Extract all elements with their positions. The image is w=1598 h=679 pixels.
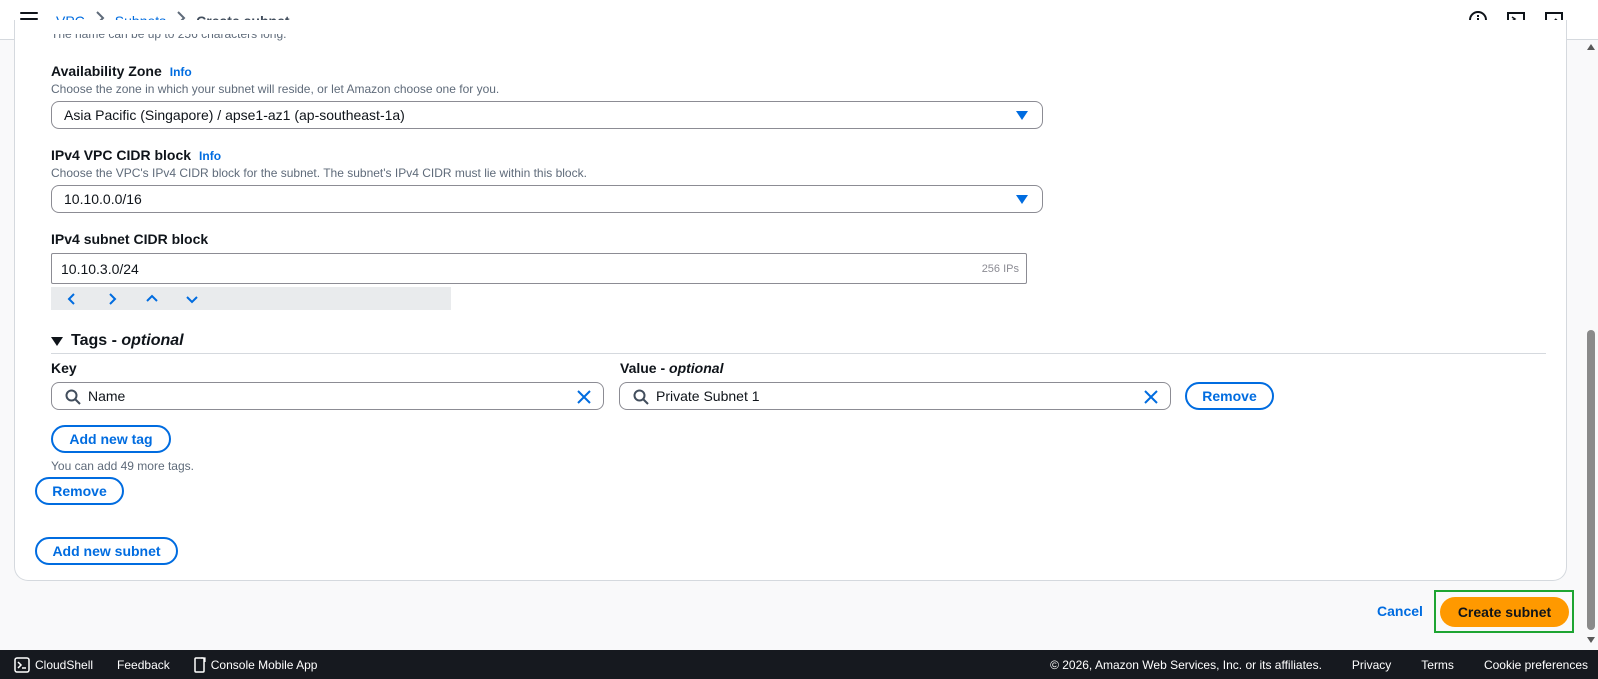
remove-subnet-button[interactable]: Remove <box>35 477 124 505</box>
mobile-icon <box>194 656 206 673</box>
vpc-cidr-info-link[interactable]: Info <box>199 149 221 163</box>
chevron-left-icon[interactable] <box>65 292 79 306</box>
az-info-link[interactable]: Info <box>170 65 192 79</box>
remove-tag-button[interactable]: Remove <box>1185 382 1274 410</box>
clear-icon[interactable] <box>1142 388 1160 406</box>
cloudshell-label: CloudShell <box>35 657 94 672</box>
vpc-cidr-select-value: 10.10.0.0/16 <box>64 191 142 207</box>
az-select-value: Asia Pacific (Singapore) / apse1-az1 (ap… <box>64 107 405 123</box>
vpc-cidr-select[interactable]: 10.10.0.0/16 <box>51 185 1043 213</box>
vpc-cidr-description: Choose the VPC's IPv4 CIDR block for the… <box>51 166 587 180</box>
az-label-text: Availability Zone <box>51 63 162 79</box>
feedback-link[interactable]: Feedback <box>117 658 170 672</box>
tag-key-value: Name <box>88 388 126 404</box>
scroll-thumb[interactable] <box>1587 330 1595 630</box>
privacy-link[interactable]: Privacy <box>1352 658 1391 672</box>
subnet-cidr-value: 10.10.3.0/24 <box>61 260 139 277</box>
chevron-up-icon[interactable] <box>145 292 159 306</box>
mobile-app-link[interactable]: Console Mobile App <box>194 656 318 673</box>
cidr-stepper <box>51 287 451 310</box>
tags-section-toggle[interactable]: Tags - optional <box>51 332 184 350</box>
tags-header-text: Tags - optional <box>71 332 184 349</box>
ip-count-hint: 256 IPs <box>981 262 1019 275</box>
clear-icon[interactable] <box>575 388 593 406</box>
add-new-subnet-button[interactable]: Add new subnet <box>35 537 178 565</box>
terminal-icon <box>14 656 30 673</box>
az-label: Availability Zone Info <box>51 63 192 79</box>
scroll-down-icon[interactable] <box>1587 637 1595 643</box>
tag-value-input[interactable]: Private Subnet 1 <box>619 382 1171 410</box>
name-hint: The name can be up to 256 characters lon… <box>51 34 287 41</box>
subnet-cidr-label: IPv4 subnet CIDR block <box>51 231 209 247</box>
footer: CloudShell Feedback Console Mobile App ©… <box>0 650 1598 679</box>
az-select[interactable]: Asia Pacific (Singapore) / apse1-az1 (ap… <box>51 101 1043 129</box>
cookie-preferences-link[interactable]: Cookie preferences <box>1484 658 1588 672</box>
terms-link[interactable]: Terms <box>1421 658 1454 672</box>
tags-remaining-text: You can add 49 more tags. <box>51 459 194 473</box>
subnet-cidr-input[interactable]: 10.10.3.0/24 256 IPs <box>51 253 1027 284</box>
mobile-app-label: Console Mobile App <box>210 657 318 672</box>
create-subnet-button[interactable]: Create subnet <box>1440 597 1569 627</box>
caret-down-icon <box>51 336 63 346</box>
search-icon <box>65 389 81 405</box>
feedback-label: Feedback <box>117 657 170 672</box>
scroll-up-icon[interactable] <box>1587 44 1595 50</box>
add-new-tag-button[interactable]: Add new tag <box>51 425 171 453</box>
copyright-text: © 2026, Amazon Web Services, Inc. or its… <box>1050 657 1322 672</box>
tag-value-label: Value - optional <box>620 360 724 376</box>
tag-value-value: Private Subnet 1 <box>656 388 760 404</box>
tag-key-input[interactable]: Name <box>51 382 604 410</box>
tags-divider <box>51 353 1546 354</box>
chevron-down-icon[interactable] <box>185 292 199 306</box>
az-description: Choose the zone in which your subnet wil… <box>51 82 500 96</box>
chevron-right-icon[interactable] <box>105 292 119 306</box>
caret-down-icon <box>1016 195 1028 204</box>
vpc-cidr-label-text: IPv4 VPC CIDR block <box>51 147 192 163</box>
tag-key-label: Key <box>51 360 77 376</box>
cloudshell-link[interactable]: CloudShell <box>14 656 94 673</box>
caret-down-icon <box>1016 111 1028 120</box>
search-icon <box>633 389 649 405</box>
vpc-cidr-label: IPv4 VPC CIDR block Info <box>51 147 221 163</box>
cancel-button[interactable]: Cancel <box>1377 603 1423 619</box>
